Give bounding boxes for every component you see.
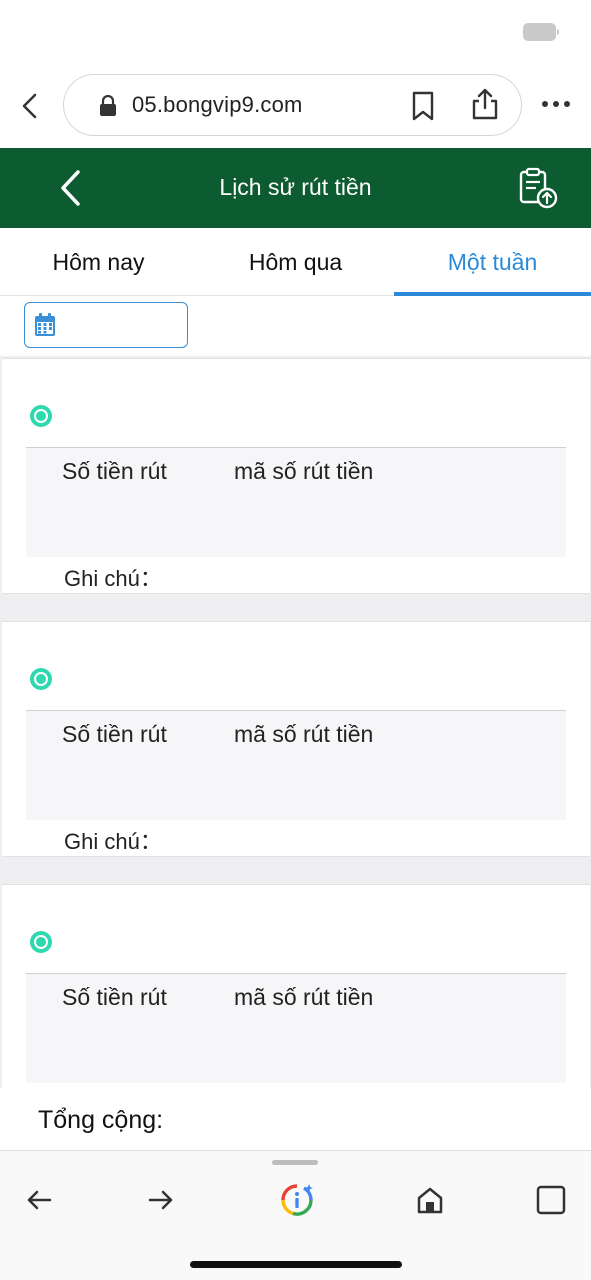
google-lens-icon[interactable] <box>280 1183 314 1217</box>
tabs-icon[interactable] <box>536 1185 566 1215</box>
home-indicator <box>190 1261 402 1268</box>
share-icon[interactable] <box>470 87 500 121</box>
code-column-header: mã số rút tiền <box>234 721 374 747</box>
record-card: Số tiền rút mã số rút tiền <box>2 884 590 1088</box>
note-label: Ghi chú： <box>64 566 162 591</box>
record-card: Số tiền rút mã số rút tiền Ghi chú： <box>2 358 590 594</box>
status-bar <box>0 0 591 62</box>
code-column-header: mã số rút tiền <box>234 984 374 1010</box>
calendar-icon <box>35 313 55 336</box>
home-icon[interactable] <box>415 1185 445 1215</box>
battery-icon <box>523 23 559 41</box>
page-title: Lịch sử rút tiền <box>219 174 372 200</box>
forward-arrow-icon[interactable] <box>146 1185 176 1215</box>
tab-one-week[interactable]: Một tuần <box>394 228 591 296</box>
app-header: Lịch sử rút tiền <box>0 148 591 228</box>
note-label: Ghi chú： <box>64 829 162 854</box>
amount-column-header: Số tiền rút <box>62 458 167 484</box>
date-picker[interactable] <box>24 302 188 348</box>
bookmark-icon[interactable] <box>410 91 436 121</box>
tab-yesterday[interactable]: Hôm qua <box>197 228 394 296</box>
total-bar: Tổng cộng: <box>0 1088 591 1150</box>
record-table: Số tiền rút mã số rút tiền <box>26 973 566 1083</box>
tab-today[interactable]: Hôm nay <box>0 228 197 296</box>
status-check-icon <box>30 405 52 427</box>
back-arrow-icon[interactable] <box>24 1185 54 1215</box>
browser-address-bar: 05.bongvip9.com <box>0 62 591 148</box>
period-tabs: Hôm nay Hôm qua Một tuần <box>0 228 591 296</box>
withdrawal-list: Số tiền rút mã số rút tiền Ghi chú： Số t… <box>0 356 591 1088</box>
url-field[interactable]: 05.bongvip9.com <box>63 74 522 136</box>
record-table: Số tiền rút mã số rút tiền <box>26 447 566 557</box>
date-filter-row <box>0 296 591 356</box>
record-table: Số tiền rút mã số rút tiền <box>26 710 566 820</box>
amount-column-header: Số tiền rút <box>62 721 167 747</box>
more-options-icon[interactable] <box>540 98 572 110</box>
amount-column-header: Số tiền rút <box>62 984 167 1010</box>
url-text: 05.bongvip9.com <box>132 92 303 117</box>
browser-back-icon[interactable] <box>14 90 46 122</box>
record-card: Số tiền rút mã số rút tiền Ghi chú： <box>2 621 590 857</box>
status-check-icon <box>30 931 52 953</box>
lock-icon <box>100 95 116 116</box>
status-check-icon <box>30 668 52 690</box>
drag-handle[interactable] <box>272 1160 318 1165</box>
browser-toolbar <box>0 1150 591 1280</box>
code-column-header: mã số rút tiền <box>234 458 374 484</box>
total-label: Tổng cộng: <box>38 1106 164 1134</box>
clipboard-upload-icon[interactable] <box>516 166 560 210</box>
